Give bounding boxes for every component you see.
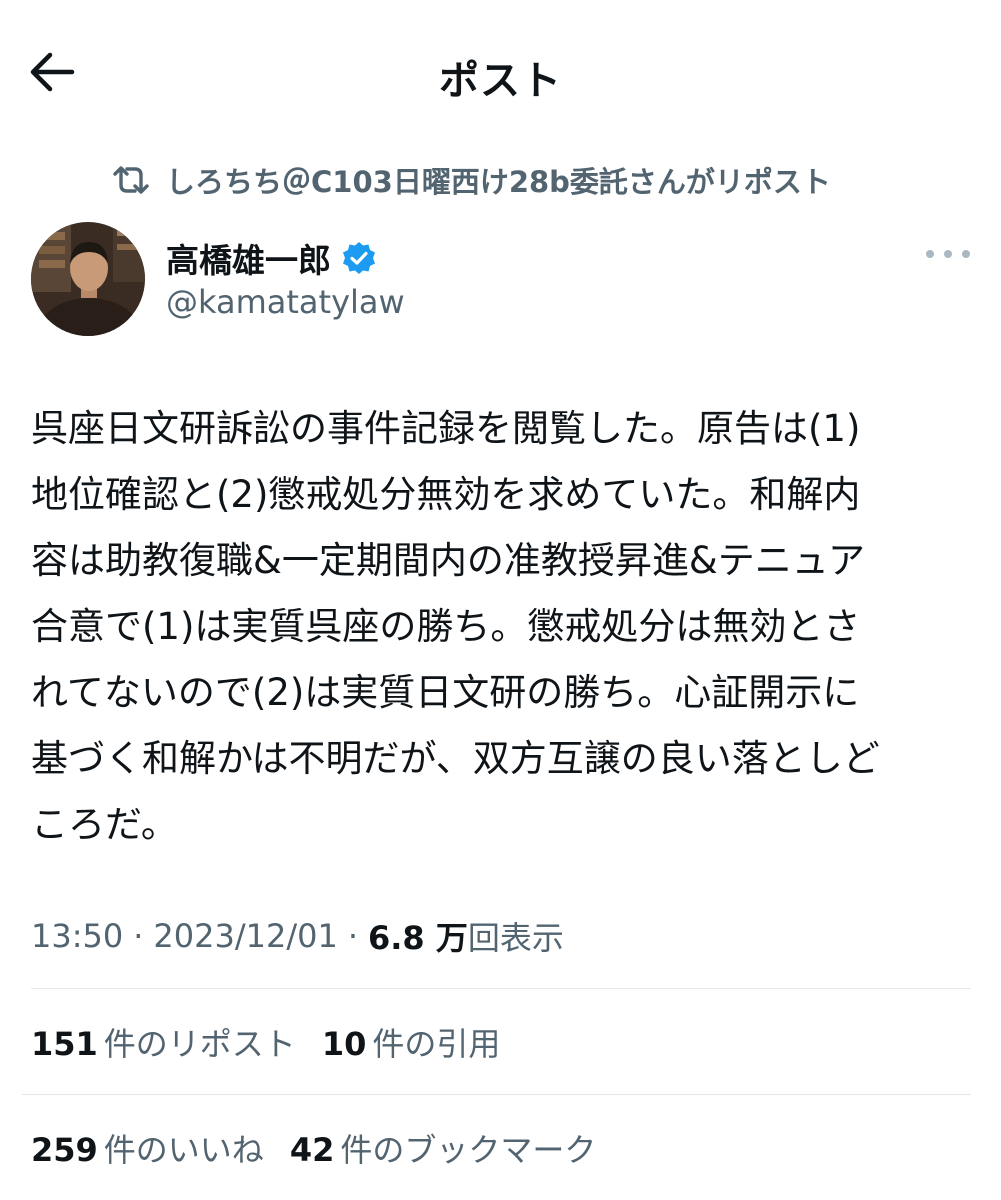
more-dot	[962, 250, 970, 258]
bookmarks-count: 42	[289, 1131, 335, 1169]
bookmarks-label: 件のブックマーク	[340, 1131, 597, 1169]
page-title: ポスト	[439, 58, 562, 104]
post-text-line: 容は助教復職&一定期間内の准教授昇進&テニュア	[31, 539, 865, 582]
quotes-count: 10	[321, 1025, 367, 1063]
engagement-row-2: 259 件のいいね 42 件のブックマーク	[31, 1124, 596, 1172]
divider	[31, 988, 971, 989]
post-text-line: 呉座日文研訴訟の事件記録を閲覧した。原告は(1)	[31, 407, 861, 450]
repost-context[interactable]: しろちち＠C103日曜西け28b委託さんがリポスト	[110, 160, 831, 200]
post-date[interactable]: 2023/12/01	[153, 917, 337, 955]
views-count[interactable]: 6.8 万	[368, 913, 468, 959]
bookmarks-stat[interactable]: 42 件のブックマーク	[290, 1125, 597, 1171]
repost-icon	[110, 162, 152, 198]
likes-count: 259	[31, 1131, 98, 1169]
likes-stat[interactable]: 259 件のいいね	[31, 1125, 264, 1171]
meta-separator: ·	[347, 917, 358, 955]
more-horizontal-icon	[926, 250, 934, 258]
top-bar: ポスト	[0, 0, 1001, 140]
verified-badge-icon	[341, 240, 377, 276]
post-time[interactable]: 13:50	[31, 917, 123, 955]
post-text-line: ころだ。	[31, 803, 178, 846]
author-display-name: 高橋雄一郎	[166, 241, 331, 280]
reposts-count: 151	[31, 1025, 98, 1063]
post-text-line: れてないので(2)は実質日文研の勝ち。心証開示に	[31, 671, 860, 714]
post-detail-screen: ポスト しろちち＠C103日曜西け28b委託さんがリポスト 高橋雄一郎 @kam…	[0, 0, 1001, 1200]
quotes-stat[interactable]: 10 件の引用	[322, 1019, 501, 1065]
repost-text: しろちち＠C103日曜西け28b委託さんがリポスト	[166, 165, 831, 199]
author-handle[interactable]: @kamatatylaw	[166, 283, 405, 321]
post-text-line: 基づく和解かは不明だが、双方互譲の良い落としど	[31, 737, 880, 780]
more-dot	[944, 250, 952, 258]
post-text-line: 合意で(1)は実質呉座の勝ち。懲戒処分は無効とさ	[31, 605, 861, 648]
post-text-line: 地位確認と(2)懲戒処分無効を求めていた。和解内	[31, 473, 861, 516]
reposts-label: 件のリポスト	[103, 1025, 296, 1063]
engagement-row-1: 151 件のリポスト 10 件の引用	[31, 1018, 500, 1066]
likes-label: 件のいいね	[103, 1131, 264, 1169]
divider	[22, 1094, 971, 1095]
author-name[interactable]: 高橋雄一郎	[166, 234, 377, 282]
reposts-stat[interactable]: 151 件のリポスト	[31, 1019, 296, 1065]
meta-separator: ·	[133, 917, 144, 955]
views-label[interactable]: 回表示	[468, 913, 564, 959]
avatar[interactable]	[31, 222, 145, 336]
post-meta: 13:50 · 2023/12/01 · 6.8 万 回表示	[31, 912, 564, 960]
quotes-label: 件の引用	[372, 1025, 501, 1063]
post-text: 呉座日文研訴訟の事件記録を閲覧した。原告は(1) 地位確認と(2)懲戒処分無効を…	[31, 396, 976, 858]
more-options-button[interactable]	[926, 238, 970, 270]
